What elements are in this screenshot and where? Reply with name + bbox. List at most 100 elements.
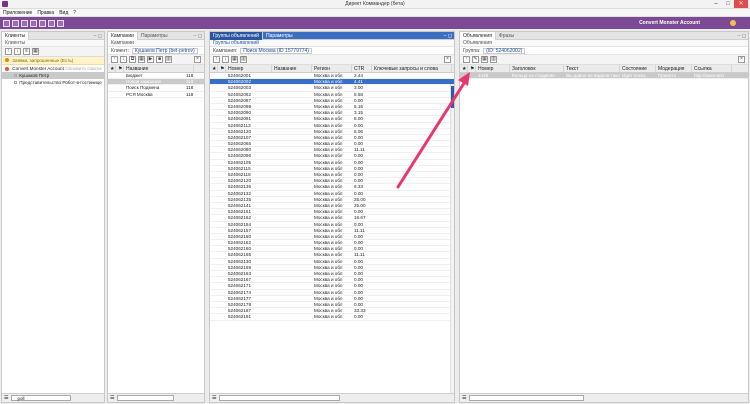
download-icon[interactable]: ↓	[14, 48, 21, 55]
tab-campaign-params[interactable]: Параметры	[138, 32, 171, 40]
campaign-field-value[interactable]: Поиск Москва (ID 15779774)	[240, 48, 312, 54]
account-close-icon[interactable]	[730, 20, 736, 26]
table-icon[interactable]: ▦	[481, 56, 488, 63]
column-moderation[interactable]: Модерация	[656, 65, 692, 72]
expand-icon[interactable]	[14, 81, 17, 85]
filter-icon[interactable]: ☰	[462, 395, 466, 401]
maximize-icon[interactable]: □	[722, 0, 734, 8]
list-icon[interactable]: ≡	[23, 48, 30, 55]
campaigns-panel: Кампании Параметры – ◻ Кампании Клиент: …	[107, 31, 205, 403]
table-icon[interactable]: ▦	[32, 48, 39, 55]
tab-ads[interactable]: Объявления	[460, 31, 496, 40]
groups-search-bar: ☰	[210, 393, 454, 402]
back-icon[interactable]	[3, 19, 10, 27]
campaigns-search-input[interactable]	[117, 395, 174, 401]
panel-controls-icon[interactable]: – ◻	[194, 33, 204, 39]
column-text[interactable]: Текст	[564, 65, 620, 72]
tab-clients[interactable]: Клиенты	[2, 31, 30, 40]
panel-controls-icon[interactable]: – ◻	[738, 33, 748, 39]
ads-subtitle: Объявления	[460, 40, 748, 47]
chart-icon[interactable]: ▥	[240, 56, 247, 63]
tab-campaigns[interactable]: Кампании	[108, 31, 138, 40]
filter-icon[interactable]: ☰	[4, 395, 8, 401]
table-row[interactable]: РСЯ Москва 118	[108, 92, 204, 98]
tab-phrases[interactable]: Фразы	[496, 32, 517, 40]
window-controls: – □ ✕	[710, 0, 748, 8]
column-number[interactable]: Номер	[226, 65, 272, 72]
menu-app[interactable]: Приложение	[3, 10, 32, 16]
column-state[interactable]: Состояние	[620, 65, 656, 72]
forward-icon[interactable]	[12, 19, 19, 27]
copy-icon[interactable]: ⧉	[129, 56, 136, 63]
group-field-value[interactable]: (ID: 524062002)	[483, 48, 526, 54]
settings-icon[interactable]	[57, 19, 64, 27]
ads-panel-header: Объявления Фразы – ◻	[460, 31, 748, 40]
upload-icon[interactable]: ↑	[5, 48, 12, 55]
refresh-icon[interactable]	[21, 19, 28, 27]
trash-icon[interactable]: ×	[444, 56, 451, 63]
download-icon[interactable]: ↓	[120, 56, 127, 63]
tree-root-account[interactable]: Convert Monster Account Обновить список	[2, 65, 104, 72]
client-field-value[interactable]: Кушаков Петр (bet-petrov)	[131, 48, 198, 54]
chart-icon[interactable]: ▥	[490, 56, 497, 63]
upload-icon[interactable]: ↑	[213, 56, 220, 63]
download-icon[interactable]: ↓	[222, 56, 229, 63]
trash-icon[interactable]: ×	[738, 56, 745, 63]
stop-icon[interactable]: ■	[156, 56, 163, 63]
edit-icon[interactable]: ✎	[472, 56, 479, 63]
groups-icon-row: ↑ ↓ ▦ ▥ ×	[210, 55, 454, 65]
column-number[interactable]: Номер	[476, 65, 510, 72]
clients-search-input[interactable]: poll	[11, 395, 72, 401]
account-label[interactable]: Convert Monster Account	[639, 20, 700, 26]
upload-icon[interactable]	[39, 19, 46, 27]
trash-icon[interactable]: ×	[194, 56, 201, 63]
campaigns-column-header: ★ ⚑ Название	[108, 65, 204, 73]
ads-search-input[interactable]	[469, 395, 584, 401]
expand-icon[interactable]	[14, 74, 17, 78]
column-ctr[interactable]: CTR	[352, 65, 372, 72]
tab-group-params[interactable]: Параметры	[263, 32, 296, 40]
close-icon[interactable]: ✕	[734, 0, 748, 8]
filter-icon[interactable]: ☰	[110, 395, 114, 401]
app-icon	[2, 1, 8, 7]
menu-help[interactable]: ?	[73, 10, 76, 16]
column-name[interactable]: Название	[124, 65, 194, 72]
column-name[interactable]: Название	[272, 65, 312, 72]
panel-controls-icon[interactable]: – ◻	[444, 33, 454, 39]
upload-icon[interactable]: ↑	[463, 56, 470, 63]
group-field: Группа: (ID: 524062002)	[460, 47, 748, 55]
panel-controls-icon[interactable]: – ◻	[94, 33, 104, 39]
notice-banner[interactable]: Заявки, запрошенные (Есть)	[2, 57, 104, 65]
upload-icon[interactable]: ↑	[111, 56, 118, 63]
groups-subtitle: Группы объявлений	[210, 40, 454, 47]
groups-scrollbar[interactable]	[450, 84, 454, 394]
groups-search-input[interactable]	[219, 395, 341, 401]
filter-icon[interactable]: ☰	[212, 395, 216, 401]
tree-item-client-1[interactable]: Кушаков Петр	[2, 72, 104, 79]
ads-list: 1446 Кольца на стадионе Вы давно не виде…	[460, 73, 748, 80]
window-title: Директ Коммандер (бета)	[345, 1, 405, 7]
campaigns-subtitle: Кампании	[108, 40, 204, 47]
grid-icon[interactable]	[48, 19, 55, 27]
column-keywords[interactable]: Ключевые запросы и слова	[372, 65, 452, 72]
download-icon[interactable]	[30, 19, 37, 27]
tree-item-client-2[interactable]: Представительство Робот-в-гостинице	[2, 79, 104, 86]
table-row[interactable]: 524062191 Москва и обл 0.00	[210, 314, 454, 321]
scroll-thumb[interactable]	[451, 86, 454, 108]
tab-ad-groups[interactable]: Группы объявлений	[210, 31, 263, 40]
column-region[interactable]: Регион	[312, 65, 352, 72]
menu-edit[interactable]: Правка	[37, 10, 54, 16]
minimize-icon[interactable]: –	[710, 0, 722, 8]
groups-column-header: ★ ⚑ Номер Название Регион CTR Ключевые з…	[210, 65, 454, 73]
column-link[interactable]: Ссылка	[692, 65, 732, 72]
chart-icon[interactable]: ▥	[165, 56, 172, 63]
main-toolbar: Convert Monster Account	[0, 17, 750, 29]
play-icon[interactable]: ▶	[147, 56, 154, 63]
table-row[interactable]: 1446 Кольца на стадионе Вы давно не виде…	[460, 73, 748, 80]
ads-search-bar: ☰	[460, 393, 748, 402]
table-icon[interactable]: ▦	[231, 56, 238, 63]
menu-view[interactable]: Вид	[59, 10, 68, 16]
column-headline[interactable]: Заголовок	[510, 65, 564, 72]
account-status-icon	[5, 66, 9, 71]
table-icon[interactable]: ▦	[138, 56, 145, 63]
